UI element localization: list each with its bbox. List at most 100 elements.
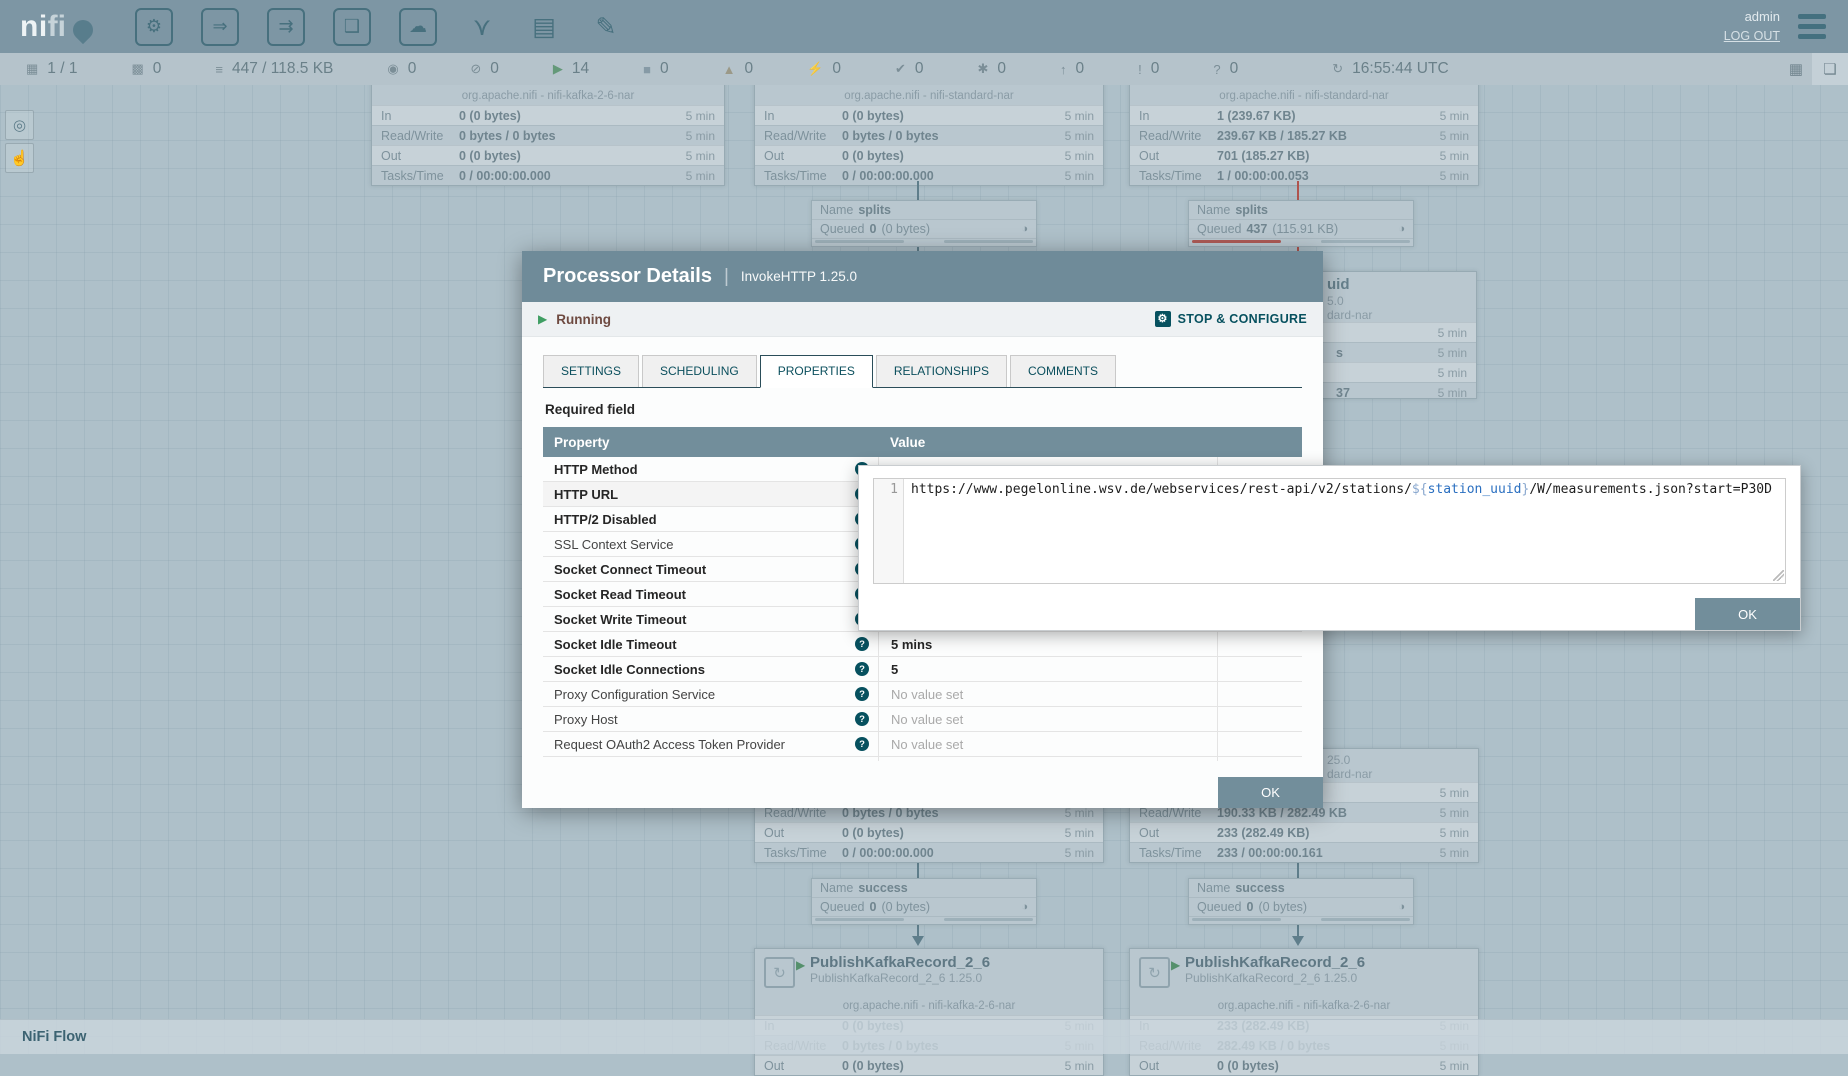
stat-row: In 0 (0 bytes) 5 min	[755, 105, 1103, 125]
run-status-label: Running	[556, 312, 611, 327]
property-value[interactable]: No value set	[878, 707, 1217, 731]
stat-row: Tasks/Time 233 / 00:00:00.161 5 min	[1130, 842, 1478, 862]
processor-title: PublishKafkaRecord_2_6	[810, 949, 1103, 971]
running-status-icon: ▶	[538, 312, 547, 326]
stat-row: Out 0 (0 bytes) 5 min	[755, 145, 1103, 165]
table-header: Property Value	[543, 427, 1302, 457]
note-icon[interactable]: ❏	[1812, 53, 1848, 85]
stop-configure-icon: ⚙	[1155, 311, 1171, 327]
processor-publish-kafka-left[interactable]: ↻ ▶ PublishKafkaRecord_2_6 PublishKafkaR…	[754, 948, 1104, 1076]
template-icon[interactable]: ▤	[527, 10, 561, 44]
breadcrumb[interactable]: NiFi Flow	[22, 1029, 86, 1045]
nifi-drop-icon	[69, 15, 97, 43]
status-count: 0	[1230, 60, 1239, 78]
tab-properties[interactable]: PROPERTIES	[760, 355, 873, 388]
current-user: admin	[1745, 9, 1780, 24]
value-editor-input[interactable]: https://www.pegelonline.wsv.de/webservic…	[904, 479, 1785, 583]
tab-comments[interactable]: COMMENTS	[1010, 355, 1116, 387]
property-name: SSL Context Service	[554, 537, 673, 552]
connection-label-success-left[interactable]: Name success Queued 0 (0 bytes) ◑	[811, 878, 1037, 925]
connection-label-splits-right[interactable]: Name splits Queued 437 (115.91 KB) ◑	[1188, 200, 1414, 247]
navigate-palette-button[interactable]: ◎	[5, 110, 34, 140]
property-value[interactable]: 5	[878, 657, 1217, 681]
logout-link[interactable]: LOG OUT	[1724, 27, 1780, 45]
property-row[interactable]: Request Username ? No value set	[543, 757, 1302, 761]
stat-row: Out 0 (0 bytes) 5 min	[1130, 1055, 1478, 1075]
processor-publish-kafka-right[interactable]: ↻ ▶ PublishKafkaRecord_2_6 PublishKafkaR…	[1129, 948, 1479, 1076]
compass-icon: ◎	[13, 116, 26, 134]
stopped-icon: ■	[643, 62, 651, 77]
status-count: 0	[153, 60, 162, 78]
input-port-icon[interactable]: ⇒	[201, 8, 239, 46]
status-count: 447 / 118.5 KB	[232, 60, 333, 78]
tab-relationships[interactable]: RELATIONSHIPS	[876, 355, 1007, 387]
processor-nar: org.apache.nifi - nifi-standard-nar	[1130, 89, 1478, 105]
last-refresh-time: 16:55:44 UTC	[1352, 60, 1449, 78]
status-item: ✱ 0	[977, 60, 1006, 78]
resize-handle[interactable]	[1773, 570, 1784, 581]
stat-row: Out 0 (0 bytes) 5 min	[755, 822, 1103, 842]
property-row[interactable]: Proxy Host ? No value set	[543, 707, 1302, 732]
processor-icon[interactable]: ⚙	[135, 8, 173, 46]
status-count: 0	[490, 60, 499, 78]
property-value[interactable]: No value set	[878, 757, 1217, 761]
property-value[interactable]: 5 mins	[878, 632, 1217, 656]
editor-ok-button[interactable]: OK	[1695, 598, 1800, 630]
sync-failure-icon: !	[1138, 62, 1142, 77]
menu-icon[interactable]	[1798, 14, 1826, 39]
help-icon[interactable]: ?	[855, 662, 869, 676]
connection-label-success-right[interactable]: Name success Queued 0 (0 bytes) ◑	[1188, 878, 1414, 925]
stat-row: Out 0 (0 bytes) 5 min	[755, 1055, 1103, 1075]
property-name: HTTP Method	[554, 462, 638, 477]
stat-row: Tasks/Time 0 / 00:00:00.000 5 min	[372, 165, 724, 185]
column-value: Value	[878, 435, 1218, 450]
ports-icon: ▩	[131, 61, 143, 77]
help-icon[interactable]: ?	[855, 712, 869, 726]
tab-scheduling[interactable]: SCHEDULING	[642, 355, 757, 387]
tab-settings[interactable]: SETTINGS	[543, 355, 639, 387]
status-item: ↻ 16:55:44 UTC	[1332, 60, 1448, 78]
property-row[interactable]: Request OAuth2 Access Token Provider ? N…	[543, 732, 1302, 757]
status-count: 0	[832, 60, 841, 78]
label-icon[interactable]: ✎	[589, 10, 623, 44]
process-group-icon[interactable]: ❑	[333, 8, 371, 46]
stat-row: Tasks/Time 0 / 00:00:00.000 5 min	[755, 842, 1103, 862]
refresh-icon[interactable]: ↻	[1332, 61, 1343, 77]
status-item: ! 0	[1138, 60, 1159, 78]
property-name: HTTP URL	[554, 487, 618, 502]
status-count: 0	[745, 60, 754, 78]
stop-configure-button[interactable]: ⚙ STOP & CONFIGURE	[1155, 311, 1307, 327]
connection-label-splits-left[interactable]: Name splits Queued 0 (0 bytes) ◑	[811, 200, 1037, 247]
output-port-icon[interactable]: ⇉	[267, 8, 305, 46]
property-name: Request OAuth2 Access Token Provider	[554, 737, 785, 752]
processor-nar: org.apache.nifi - nifi-kafka-2-6-nar	[1130, 999, 1478, 1015]
help-icon[interactable]: ?	[855, 737, 869, 751]
property-name: Socket Write Timeout	[554, 612, 686, 627]
property-value[interactable]: No value set	[878, 682, 1217, 706]
property-value[interactable]: No value set	[878, 732, 1217, 756]
status-item: ✔ 0	[895, 60, 924, 78]
status-count: 0	[408, 60, 417, 78]
operate-palette-button[interactable]: ☝	[5, 143, 34, 173]
status-count: 0	[997, 60, 1006, 78]
value-editor: 1 https://www.pegelonline.wsv.de/webserv…	[873, 478, 1786, 584]
funnel-icon[interactable]: ⋎	[465, 10, 499, 44]
stale-icon: ↑	[1060, 62, 1067, 77]
property-row[interactable]: Socket Idle Connections ? 5	[543, 657, 1302, 682]
required-field-note: Required field	[545, 402, 1323, 417]
property-name: Proxy Configuration Service	[554, 687, 715, 702]
help-icon[interactable]: ?	[855, 687, 869, 701]
property-name: Socket Read Timeout	[554, 587, 686, 602]
status-item: ⊘ 0	[470, 60, 499, 78]
status-item: ◉ 0	[387, 60, 416, 78]
dialog-ok-button[interactable]: OK	[1218, 777, 1323, 808]
property-name: Proxy Host	[554, 712, 618, 727]
help-icon[interactable]: ?	[855, 637, 869, 651]
breadcrumb-bar: NiFi Flow	[0, 1019, 1848, 1054]
grid-icon[interactable]: ▦	[1780, 53, 1812, 85]
property-row[interactable]: Proxy Configuration Service ? No value s…	[543, 682, 1302, 707]
remote-process-group-icon[interactable]: ☁	[399, 8, 437, 46]
status-item: ▦ 1 / 1	[26, 60, 77, 78]
property-row[interactable]: Socket Idle Timeout ? 5 mins	[543, 632, 1302, 657]
processor-title: PublishKafkaRecord_2_6	[1185, 949, 1478, 971]
